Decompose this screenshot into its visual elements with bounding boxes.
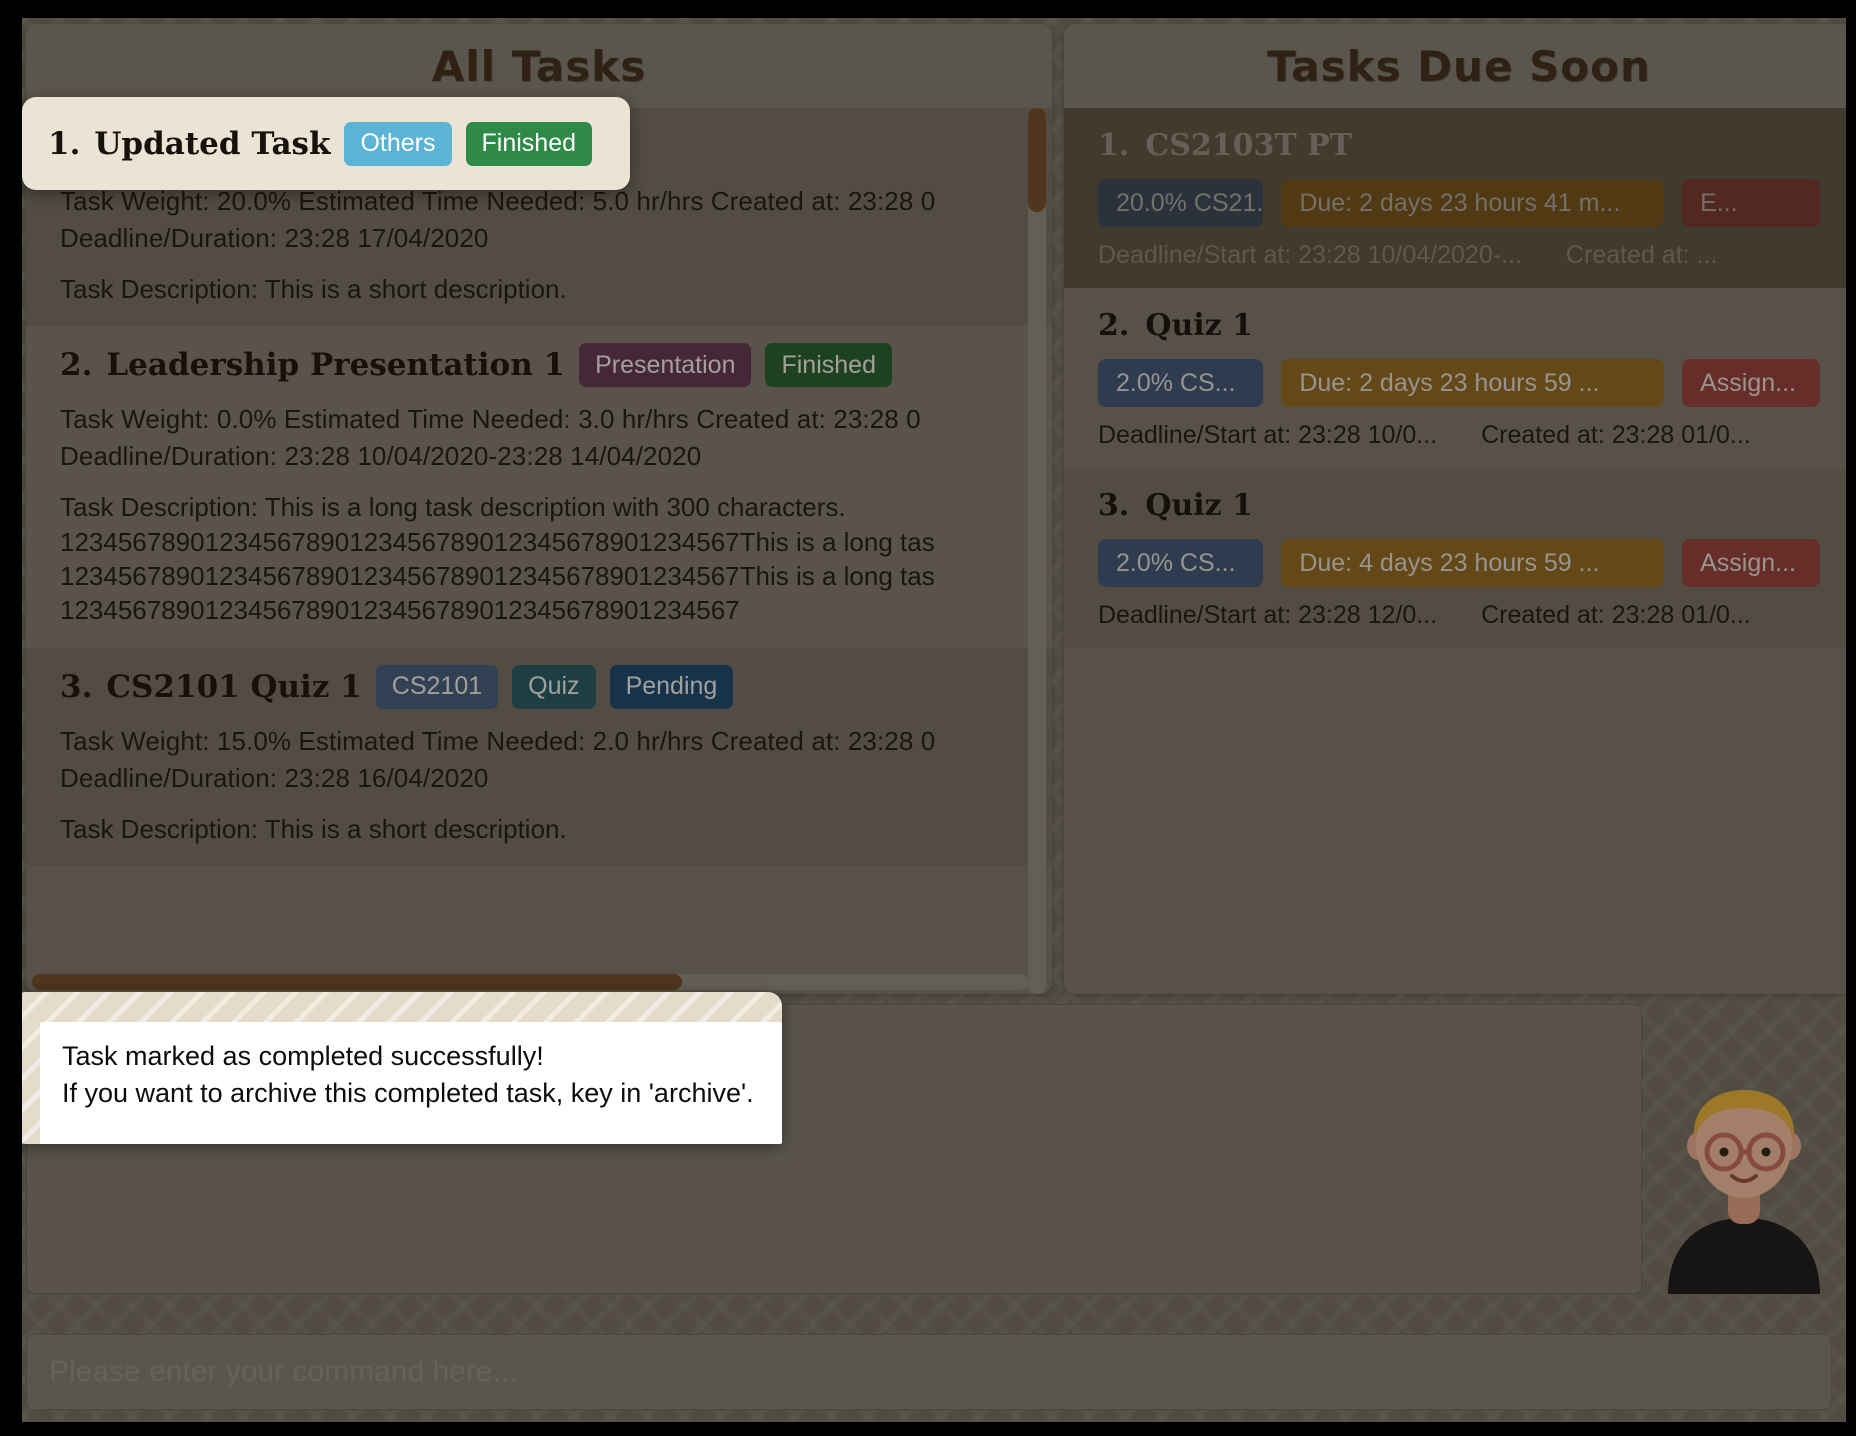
due-badge-weight[interactable]: 20.0% CS21...: [1098, 179, 1264, 227]
due-task-title-row: 1. CS2103T PT: [1098, 128, 1820, 163]
toast-inner: Task marked as completed successfully! I…: [40, 1022, 782, 1144]
toast-notification: Task marked as completed successfully! I…: [12, 992, 782, 1144]
vertical-scrollbar[interactable]: [1028, 108, 1046, 994]
due-task-title: CS2103T PT: [1145, 128, 1353, 163]
task-deadline: Deadline/Duration: 23:28 16/04/2020: [60, 762, 489, 793]
due-task-badges: 2.0% CS... Due: 4 days 23 hours 59 ... A…: [1098, 539, 1820, 587]
task-title: CS2101 Quiz 1: [106, 668, 362, 705]
task-badge-module[interactable]: CS2101: [375, 664, 499, 709]
due-task-badges: 2.0% CS... Due: 2 days 23 hours 59 ... A…: [1098, 359, 1820, 407]
due-task-card[interactable]: 3. Quiz 1 2.0% CS... Due: 4 days 23 hour…: [1064, 468, 1854, 648]
task-meta: Task Weight: 0.0% Estimated Time Needed:…: [60, 404, 921, 435]
window-frame-bottom: [0, 1422, 1856, 1436]
task-card[interactable]: 3. CS2101 Quiz 1 CS2101 Quiz Pending Tas…: [26, 647, 1052, 866]
window-frame-right: [1846, 0, 1856, 1436]
task-deadline: Deadline/Duration: 23:28 17/04/2020: [60, 223, 489, 253]
due-task-created: Created at: ...: [1565, 241, 1718, 269]
due-task-card[interactable]: 1. CS2103T PT 20.0% CS21... Due: 2 days …: [1064, 108, 1854, 288]
task-description-line: 1234567890123456789012345678901234567890…: [60, 595, 740, 626]
due-badge-countdown[interactable]: Due: 2 days 23 hours 41 m...: [1281, 179, 1665, 227]
due-task-title: Quiz 1: [1145, 488, 1254, 523]
horizontal-scrollbar[interactable]: [32, 974, 1028, 990]
due-badge-type[interactable]: Assign...: [1682, 539, 1820, 587]
due-badge-type[interactable]: Assign...: [1682, 359, 1820, 407]
task-deadline: Deadline/Duration: 23:28 10/04/2020-23:2…: [60, 441, 702, 472]
toast-line-2: If you want to archive this completed ta…: [62, 1078, 754, 1109]
task-index: 2.: [60, 347, 93, 384]
due-task-badges: 20.0% CS21... Due: 2 days 23 hours 41 m.…: [1098, 179, 1820, 227]
task-description-line: Task Description: This is a short descri…: [60, 274, 567, 304]
due-task-index: 3.: [1098, 488, 1130, 523]
vertical-scrollbar-thumb[interactable]: [1028, 108, 1046, 212]
task-description-line: Task Description: This is a short descri…: [60, 813, 567, 844]
highlighted-task-row[interactable]: 1. Updated Task Others Finished: [22, 97, 630, 190]
task-meta: Task Weight: 20.0% Estimated Time Needed…: [60, 186, 936, 216]
task-badge-category[interactable]: Presentation: [579, 343, 752, 388]
command-input[interactable]: [49, 1355, 1809, 1389]
task-title-row: 3. CS2101 Quiz 1 CS2101 Quiz Pending: [60, 664, 1018, 710]
toast-line-1: Task marked as completed successfully!: [62, 1041, 544, 1071]
task-description: Task Description: This is a short descri…: [60, 812, 1018, 846]
due-task-created: Created at: 23:28 01/0...: [1481, 601, 1751, 629]
task-badge-status[interactable]: Pending: [609, 664, 734, 709]
due-task-title-row: 2. Quiz 1: [1098, 308, 1820, 343]
due-badge-countdown[interactable]: Due: 2 days 23 hours 59 ...: [1281, 359, 1665, 407]
due-soon-title: Tasks Due Soon: [1267, 41, 1651, 91]
panel-due-soon: Tasks Due Soon 1. CS2103T PT 20.0% CS21.…: [1064, 24, 1854, 994]
due-task-index: 1.: [1098, 128, 1130, 163]
due-task-created: Created at: 23:28 01/0...: [1481, 421, 1751, 449]
due-task-meta-row: Deadline/Start at: 23:28 10/04/2020-... …: [1098, 241, 1820, 270]
highlighted-badge-others[interactable]: Others: [344, 121, 452, 166]
app-window: All Tasks 1. Updated Task Others Finishe…: [0, 0, 1856, 1436]
user-avatar: [1654, 1082, 1834, 1294]
task-badge-status[interactable]: Finished: [765, 343, 892, 388]
task-card[interactable]: 2. Leadership Presentation 1 Presentatio…: [26, 326, 1052, 648]
due-soon-list[interactable]: 1. CS2103T PT 20.0% CS21... Due: 2 days …: [1064, 108, 1854, 994]
due-task-deadline: Deadline/Start at: 23:28 10/04/2020-...: [1098, 241, 1522, 269]
due-badge-countdown[interactable]: Due: 4 days 23 hours 59 ...: [1281, 539, 1665, 587]
task-description-line: Task Description: This is a long task de…: [60, 492, 846, 523]
task-title: Leadership Presentation 1: [106, 347, 566, 384]
due-soon-header: Tasks Due Soon: [1064, 24, 1854, 108]
highlighted-task-title: Updated Task: [94, 125, 331, 162]
due-task-meta-row: Deadline/Start at: 23:28 12/0... Created…: [1098, 601, 1820, 630]
highlighted-task-index: 1.: [48, 125, 81, 162]
due-badge-weight[interactable]: 2.0% CS...: [1098, 539, 1264, 587]
horizontal-scrollbar-thumb[interactable]: [32, 974, 682, 990]
all-tasks-title: All Tasks: [431, 41, 647, 91]
due-task-title-row: 3. Quiz 1: [1098, 488, 1820, 523]
due-badge-weight[interactable]: 2.0% CS...: [1098, 359, 1264, 407]
task-description: Task Description: This is a long task de…: [60, 490, 1018, 627]
due-badge-type[interactable]: E...: [1682, 179, 1820, 227]
window-frame-left: [0, 0, 22, 1436]
due-task-deadline: Deadline/Start at: 23:28 12/0...: [1098, 601, 1438, 629]
all-tasks-list[interactable]: 1. Updated Task Others Finished Task Wei…: [26, 108, 1052, 994]
task-description: Task Description: This is a short descri…: [60, 272, 1018, 306]
task-meta: Task Weight: 15.0% Estimated Time Needed…: [60, 725, 936, 756]
task-index: 3.: [60, 668, 93, 705]
task-description-line: 1234567890123456789012345678901234567890…: [60, 526, 935, 557]
due-task-index: 2.: [1098, 308, 1130, 343]
due-task-meta-row: Deadline/Start at: 23:28 10/0... Created…: [1098, 421, 1820, 450]
due-task-title: Quiz 1: [1145, 308, 1254, 343]
due-task-deadline: Deadline/Start at: 23:28 10/0...: [1098, 421, 1438, 449]
highlighted-badge-status[interactable]: Finished: [465, 121, 593, 166]
command-bar[interactable]: [26, 1334, 1832, 1410]
all-tasks-header: All Tasks: [26, 24, 1052, 108]
window-frame-top: [0, 0, 1856, 18]
due-task-card[interactable]: 2. Quiz 1 2.0% CS... Due: 2 days 23 hour…: [1064, 288, 1854, 468]
task-description-line: 1234567890123456789012345678901234567890…: [60, 560, 935, 591]
task-title-row: 2. Leadership Presentation 1 Presentatio…: [60, 342, 1018, 388]
task-badge-category[interactable]: Quiz: [512, 664, 596, 709]
